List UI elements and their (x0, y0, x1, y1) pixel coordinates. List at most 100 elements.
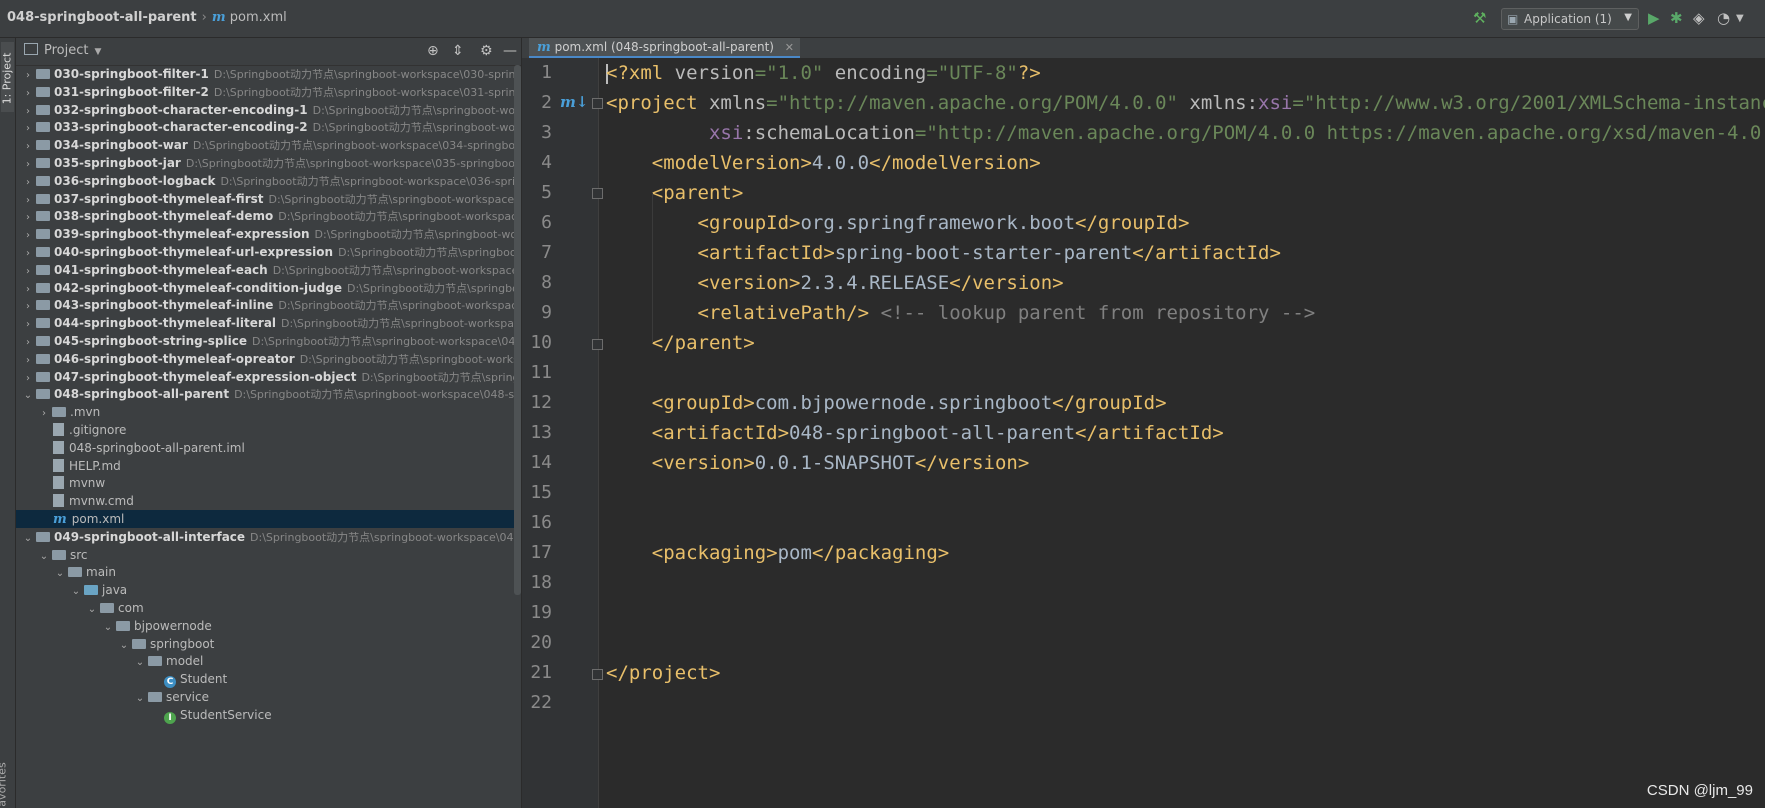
tree-row[interactable]: › 035-springboot-jar D:\Springboot动力节点\spr… (16, 154, 521, 172)
chevron-down-icon[interactable]: ⌄ (86, 601, 98, 617)
chevron-right-icon[interactable]: › (22, 316, 34, 332)
breadcrumb-file[interactable]: pom.xml (230, 10, 287, 25)
tree-row[interactable]: › 031-springboot-filter-2 D:\Springboot动力节… (16, 83, 521, 101)
chevron-right-icon[interactable]: › (38, 405, 50, 421)
project-tree-scrollbar[interactable] (514, 65, 521, 595)
hide-minimize-icon[interactable]: — (503, 43, 517, 59)
collapse-all-icon[interactable]: ⇕ (452, 43, 464, 59)
chevron-down-icon: ▼ (1624, 12, 1632, 23)
tree-row[interactable]: .gitignore (16, 421, 521, 439)
tree-row[interactable]: › 037-springboot-thymeleaf-first D:\Spring… (16, 190, 521, 208)
tree-row[interactable]: ⌄ 048-springboot-all-parent D:\Springboot动… (16, 385, 521, 403)
close-icon[interactable]: ✕ (785, 38, 794, 57)
chevron-down-icon[interactable]: ⌄ (134, 690, 146, 706)
project-tool-tab[interactable]: 1: Project (1, 42, 14, 112)
chevron-right-icon[interactable]: › (22, 298, 34, 314)
chevron-right-icon[interactable]: › (22, 103, 34, 119)
line-number: 16 (530, 512, 552, 533)
chevron-right-icon[interactable]: › (22, 138, 34, 154)
code-editor[interactable]: m↓ 1 2 3 4 5 6 7 8 9 10 11 12 13 14 15 16 17 18 19 20 21 22 <… (522, 58, 1765, 808)
tree-row[interactable]: mvnw.cmd (16, 492, 521, 510)
chevron-down-icon[interactable]: ⌄ (38, 548, 50, 564)
chevron-right-icon[interactable]: › (22, 334, 34, 350)
tree-row[interactable]: ⌄ springboot (16, 635, 521, 653)
gear-icon[interactable]: ⚙ (480, 43, 493, 59)
run-play-icon[interactable]: ▶ (1648, 9, 1660, 27)
tree-item-label: model (166, 654, 204, 669)
chevron-down-icon[interactable]: ⌄ (70, 583, 82, 599)
more-chevron-down-icon[interactable]: ▼ (1736, 13, 1744, 24)
favorites-tool-tab[interactable]: avorites (0, 762, 9, 806)
tree-row[interactable]: ⌄ com (16, 599, 521, 617)
tree-row[interactable]: › 032-springboot-character-encoding-1 D:\S… (16, 101, 521, 119)
tree-row[interactable]: HELP.md (16, 457, 521, 475)
tree-row[interactable]: ⌄ java (16, 581, 521, 599)
tree-row[interactable]: › 033-springboot-character-encoding-2 D:\S… (16, 118, 521, 136)
tree-row[interactable]: ⌄ service (16, 688, 521, 706)
code-line: xsi:schemaLocation="http://maven.apache.… (708, 122, 1765, 144)
chevron-right-icon[interactable]: › (22, 281, 34, 297)
code-line: <version>0.0.1-SNAPSHOT</version> (651, 452, 1030, 474)
file-icon (53, 476, 64, 490)
build-hammer-icon[interactable]: ⚒ (1473, 9, 1486, 27)
tree-row[interactable]: ⌄ src (16, 546, 521, 564)
chevron-down-icon[interactable]: ⌄ (134, 654, 146, 670)
fold-marker-icon[interactable] (592, 98, 603, 109)
tree-row[interactable]: I StudentService (16, 706, 521, 724)
chevron-right-icon[interactable]: › (22, 85, 34, 101)
breadcrumb-project[interactable]: 048-springboot-all-parent (7, 10, 197, 25)
fold-marker-icon[interactable] (592, 339, 603, 350)
tree-row[interactable]: › 036-springboot-logback D:\Springboot动力节点… (16, 172, 521, 190)
tree-row[interactable]: › .mvn (16, 403, 521, 421)
fold-marker-icon[interactable] (592, 188, 603, 199)
chevron-right-icon[interactable]: › (22, 209, 34, 225)
tree-row[interactable]: m pom.xml (16, 510, 521, 528)
tree-row[interactable]: ⌄ 049-springboot-all-interface D:\Springbo… (16, 528, 521, 546)
chevron-right-icon[interactable]: › (22, 192, 34, 208)
fold-marker-icon[interactable] (592, 669, 603, 680)
tree-row[interactable]: ⌄ model (16, 652, 521, 670)
tree-row[interactable]: ⌄ main (16, 563, 521, 581)
tree-row[interactable]: 048-springboot-all-parent.iml (16, 439, 521, 457)
chevron-down-icon[interactable]: ⌄ (22, 530, 34, 546)
tree-row[interactable]: › 046-springboot-thymeleaf-opreator D:\Spr… (16, 350, 521, 368)
tree-row[interactable]: mvnw (16, 474, 521, 492)
tree-row[interactable]: › 044-springboot-thymeleaf-literal D:\Spri… (16, 314, 521, 332)
module-folder-icon (36, 104, 50, 115)
run-configuration-select[interactable]: ▣ Application (1) ▼ (1501, 8, 1639, 30)
chevron-right-icon[interactable]: › (22, 245, 34, 261)
tree-row[interactable]: ⌄ bjpowernode (16, 617, 521, 635)
locate-target-icon[interactable]: ⊕ (427, 43, 439, 59)
debug-bug-icon[interactable]: ✱ (1670, 9, 1683, 27)
chevron-right-icon[interactable]: › (22, 120, 34, 136)
module-folder-icon (36, 140, 50, 151)
chevron-right-icon[interactable]: › (22, 263, 34, 279)
tree-row[interactable]: › 030-springboot-filter-1 D:\Springboot动力节… (16, 65, 521, 83)
tree-row[interactable]: › 042-springboot-thymeleaf-condition-judg… (16, 279, 521, 297)
chevron-right-icon[interactable]: › (22, 352, 34, 368)
tree-row[interactable]: › 047-springboot-thymeleaf-expression-obj… (16, 368, 521, 386)
tree-row[interactable]: › 039-springboot-thymeleaf-expression D:\S… (16, 225, 521, 243)
chevron-right-icon[interactable]: › (22, 67, 34, 83)
chevron-right-icon[interactable]: › (22, 370, 34, 386)
profiler-icon[interactable]: ◔ (1717, 9, 1730, 27)
tree-item-label: 033-springboot-character-encoding-2 (54, 120, 308, 135)
tree-row[interactable]: C Student (16, 670, 521, 689)
tree-row[interactable]: › 041-springboot-thymeleaf-each D:\Springb… (16, 261, 521, 279)
project-view-selector[interactable]: Project ▼ (24, 43, 101, 58)
chevron-right-icon[interactable]: › (22, 174, 34, 190)
chevron-down-icon[interactable]: ⌄ (118, 637, 130, 653)
maven-reload-icon[interactable]: m↓ (560, 93, 588, 111)
tree-row[interactable]: › 038-springboot-thymeleaf-demo D:\Springb… (16, 207, 521, 225)
chevron-down-icon[interactable]: ⌄ (22, 387, 34, 403)
tree-row[interactable]: › 045-springboot-string-splice D:\Springbo… (16, 332, 521, 350)
chevron-down-icon[interactable]: ⌄ (54, 565, 66, 581)
chevron-right-icon[interactable]: › (22, 227, 34, 243)
coverage-shield-icon[interactable]: ◈ (1693, 9, 1705, 27)
tree-row[interactable]: › 040-springboot-thymeleaf-url-expression… (16, 243, 521, 261)
editor-tab-pom[interactable]: m pom.xml (048-springboot-all-parent) ✕ (529, 38, 800, 58)
chevron-down-icon[interactable]: ⌄ (102, 619, 114, 635)
chevron-right-icon[interactable]: › (22, 156, 34, 172)
tree-row[interactable]: › 043-springboot-thymeleaf-inline D:\Sprin… (16, 296, 521, 314)
tree-row[interactable]: › 034-springboot-war D:\Springboot动力节点\spr… (16, 136, 521, 154)
